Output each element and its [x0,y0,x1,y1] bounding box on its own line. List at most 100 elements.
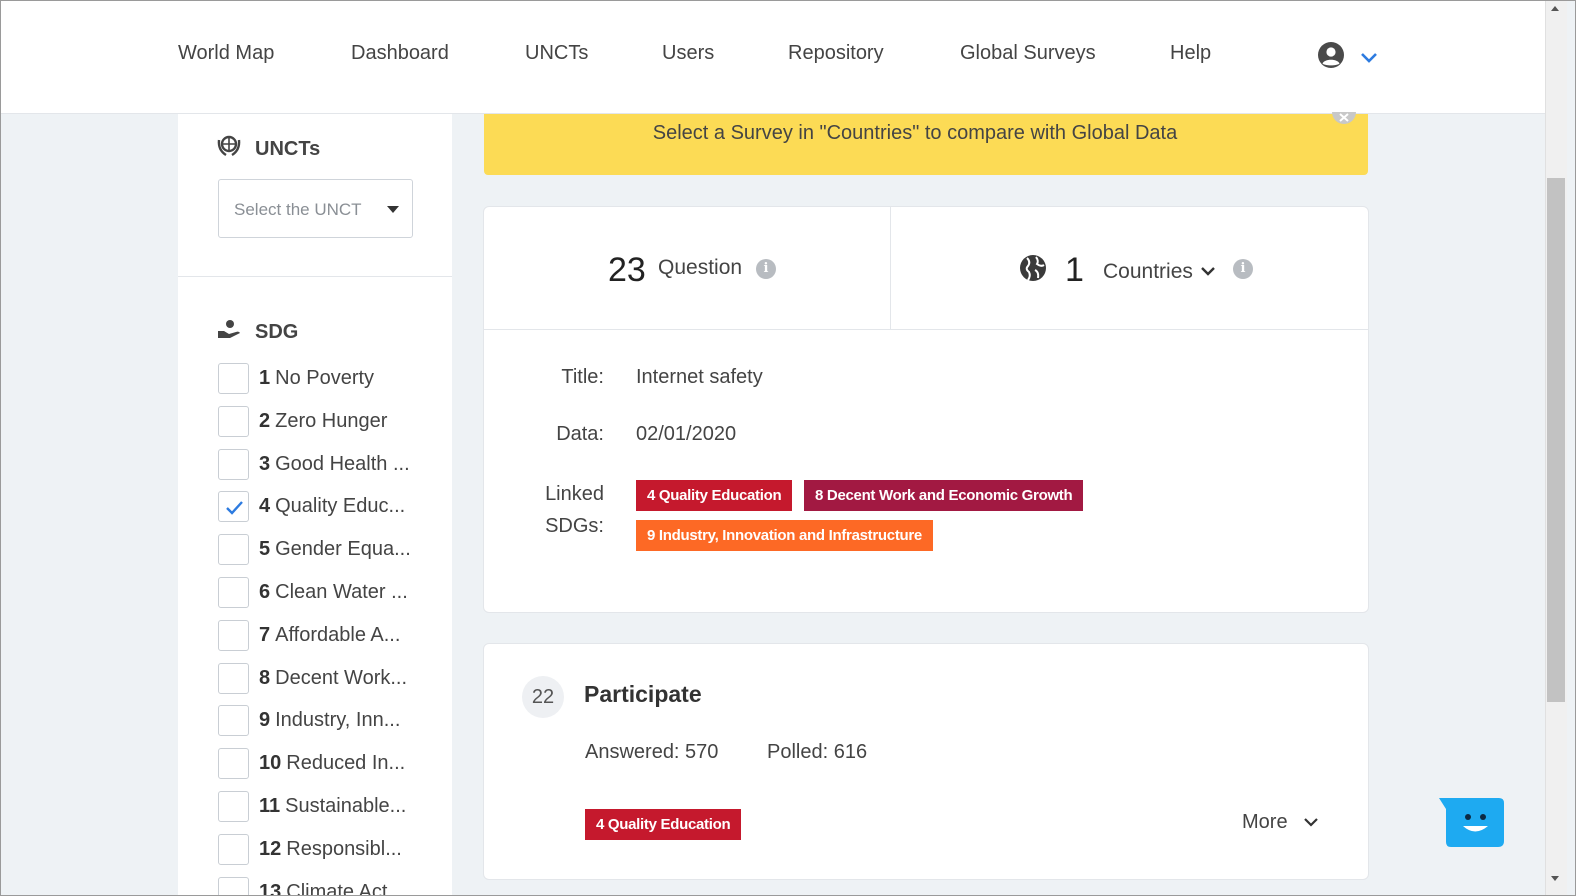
unct-select-placeholder: Select the UNCT [234,200,362,219]
hand-holding-icon [218,320,240,338]
sdg-number: 8 [259,667,271,689]
nav-help[interactable]: Help [1170,42,1211,65]
filter-sidebar: UNCTs Select the UNCT SDG 1 No Poverty 2 Ze… [178,114,452,896]
sdg-name: Decent Work... [275,667,408,689]
sdg-filter-item[interactable]: 9 Industry, Inn... [218,705,448,737]
sdg-label: 6 Clean Water ... [259,581,408,604]
sdg-checkbox[interactable] [218,534,249,565]
sdg-filter-item[interactable]: 7 Affordable A... [218,620,448,652]
sdg-name: Sustainable... [285,795,407,817]
close-icon[interactable] [1330,112,1358,128]
sdg-name: Quality Educ... [275,495,406,517]
sdg-name: Good Health ... [275,453,410,475]
sdg-name: Responsibl... [286,838,402,860]
sdg-checkbox[interactable] [218,877,249,896]
scrollbar-thumb[interactable] [1547,178,1565,702]
question-title: Participate [584,681,702,707]
sdg-number: 4 [259,495,271,517]
sdg-number: 2 [259,410,271,432]
nav-global-surveys[interactable]: Global Surveys [960,42,1096,65]
sdg-number: 1 [259,367,271,389]
sdg-filter-item[interactable]: 12 Responsibl... [218,834,448,866]
sdg-number: 3 [259,453,271,475]
sdg-checkbox[interactable] [218,491,249,522]
nav-repository[interactable]: Repository [788,42,884,65]
survey-date: 02/01/2020 [636,423,737,445]
chevron-down-icon [1304,818,1318,827]
more-label: More [1242,811,1288,833]
nav-uncts[interactable]: UNCTs [525,42,588,65]
sdg-filter-item[interactable]: 11 Sustainable... [218,791,448,823]
countries-dropdown[interactable]: Countries [1103,260,1193,284]
chat-widget-button[interactable] [1437,797,1505,849]
scroll-up-arrow[interactable] [1551,6,1559,11]
survey-summary-card: 23 Question i 1 Countries i Title: Inter… [483,206,1369,613]
sdg-name: No Poverty [275,367,375,389]
sdg-filter-item[interactable]: 4 Quality Educ... [218,491,448,523]
sdg-label: 4 Quality Educ... [259,495,405,518]
stats-divider [890,207,891,329]
nav-dashboard[interactable]: Dashboard [351,42,449,65]
info-icon[interactable]: i [756,259,776,279]
sdg-number: 7 [259,624,271,646]
more-button[interactable]: More [1242,811,1319,834]
sdg-filter-item[interactable]: 8 Decent Work... [218,663,448,695]
info-banner: Select a Survey in "Countries" to compar… [484,114,1368,175]
info-icon[interactable]: i [1233,259,1253,279]
sdg-filter-item[interactable]: 1 No Poverty [218,363,448,395]
sdg-label: 1 No Poverty [259,367,374,390]
sdg-checkbox[interactable] [218,363,249,394]
chevron-down-icon[interactable] [1359,50,1379,64]
sdg-name: Affordable A... [275,624,401,646]
sdg-checkbox[interactable] [218,705,249,736]
question-label: Question [658,256,743,279]
sdg-heading: SDG [255,321,299,343]
sdg-label: 12 Responsibl... [259,838,402,861]
stats-divider [484,329,1368,330]
sdg-label: 3 Good Health ... [259,453,410,476]
sdg-checkbox[interactable] [218,577,249,608]
sdg-name: Reduced In... [286,752,406,774]
globe-icon [1020,255,1046,281]
sdg-filter-item[interactable]: 13 Climate Act... [218,877,448,896]
sdg-name: Gender Equa... [275,538,411,560]
sdg-checkbox[interactable] [218,834,249,865]
user-circle-icon[interactable] [1317,41,1345,69]
sdg-filter-item[interactable]: 10 Reduced In... [218,748,448,780]
title-label: Title: [561,366,604,388]
nav-world-map[interactable]: World Map [178,42,274,65]
caret-down-icon [387,206,399,213]
sdg-label: 10 Reduced In... [259,752,405,775]
un-emblem-icon [217,135,241,157]
sdg-label: 9 Industry, Inn... [259,709,400,732]
sdg-checkbox[interactable] [218,663,249,694]
answered-count: Answered: 570 [585,741,719,763]
sdg-checkbox[interactable] [218,791,249,822]
chevron-down-icon[interactable] [1200,265,1216,277]
linked-sdgs-label: SDGs: [545,515,604,537]
sdg-number: 9 [259,709,271,731]
scroll-down-arrow[interactable] [1551,876,1559,881]
sdg-name: Clean Water ... [275,581,408,603]
sdg-name: Zero Hunger [275,410,388,432]
sdg-checkbox[interactable] [218,748,249,779]
unct-select[interactable]: Select the UNCT [218,179,413,238]
sdg-tag: 8 Decent Work and Economic Growth [804,480,1084,511]
date-label: Data: [556,423,604,445]
sdg-checkbox[interactable] [218,449,249,480]
sdg-filter-item[interactable]: 6 Clean Water ... [218,577,448,609]
sdg-filter-item[interactable]: 2 Zero Hunger [218,406,448,438]
nav-users[interactable]: Users [662,42,714,65]
sidebar-divider [178,276,452,277]
sdg-checkbox[interactable] [218,406,249,437]
question-number: 22 [522,676,564,718]
question-card: 22 Participate Answered: 570 Polled: 616… [483,643,1369,880]
linked-sdgs-label: Linked [545,483,604,505]
sdg-filter-item[interactable]: 3 Good Health ... [218,449,448,481]
sdg-checkbox[interactable] [218,620,249,651]
sdg-number: 12 [259,838,282,860]
checkmark-icon [226,501,243,515]
sdg-filter-item[interactable]: 5 Gender Equa... [218,534,448,566]
sdg-label: 13 Climate Act... [259,881,404,896]
sdg-label: 11 Sustainable... [259,795,406,818]
